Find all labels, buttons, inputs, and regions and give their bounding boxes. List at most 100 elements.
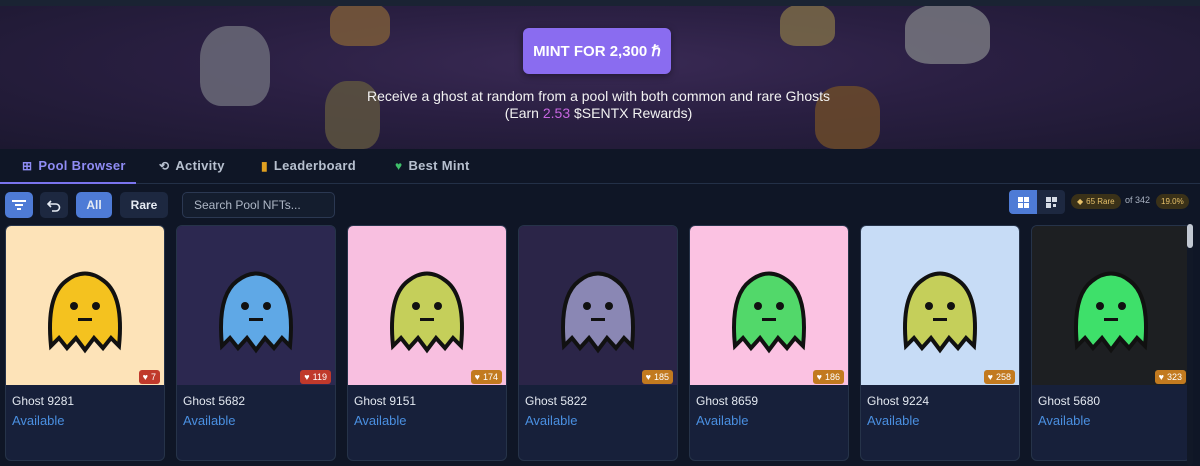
likes-badge: ♥ 185 [641, 370, 673, 384]
scrollbar-thumb[interactable] [1187, 224, 1193, 248]
pool-toolbar: All Rare ◆ 65 Rare of 342 19.0% [0, 186, 1200, 222]
undo-icon [47, 200, 61, 212]
ghost-illustration [200, 26, 270, 106]
nft-image[interactable] [6, 226, 164, 385]
bar-chart-icon: ▮ [261, 158, 268, 173]
likes-count: 323 [1166, 372, 1182, 382]
heart-icon: ♥ [816, 372, 822, 382]
total-count: of 342 [1125, 195, 1151, 205]
likes-badge: ♥ 258 [983, 370, 1015, 384]
tab-leaderboard[interactable]: ▮ Leaderboard [261, 158, 356, 173]
large-grid-view-button[interactable] [1009, 190, 1037, 214]
nft-card[interactable]: ♥ 186 Ghost 8659 Available [689, 225, 849, 461]
trophy-icon: ♥ [395, 158, 403, 173]
mint-button[interactable]: MINT FOR 2,300 ℏ [523, 28, 671, 74]
small-grid-icon [1045, 196, 1057, 208]
tab-best-mint[interactable]: ♥ Best Mint [395, 158, 470, 173]
nft-image[interactable] [177, 226, 335, 385]
rewards-suffix: $SENTX Rewards) [570, 105, 693, 121]
tab-label: Activity [175, 158, 225, 173]
heart-icon: ♥ [645, 372, 651, 382]
nft-card[interactable]: ♥ 174 Ghost 9151 Available [347, 225, 507, 461]
nft-name: Ghost 9151 [354, 394, 417, 408]
heart-icon: ♥ [474, 372, 480, 382]
rare-count-badge: ◆ 65 Rare [1071, 194, 1121, 209]
tab-bar: ⊞ Pool Browser ⟲ Activity ▮ Leaderboard … [0, 150, 1200, 184]
nft-name: Ghost 9224 [867, 394, 930, 408]
ghost-icon [903, 271, 977, 354]
nft-status: Available [525, 413, 578, 428]
tab-activity[interactable]: ⟲ Activity [159, 158, 225, 173]
likes-count: 7 [150, 372, 156, 382]
mint-description: Receive a ghost at random from a pool wi… [300, 88, 897, 122]
nft-image[interactable] [519, 226, 677, 385]
nft-name: Ghost 5822 [525, 394, 588, 408]
nft-status: Available [696, 413, 749, 428]
ghost-icon [1074, 271, 1148, 354]
heart-icon: ♥ [1158, 372, 1164, 382]
ghost-icon [48, 271, 122, 354]
nft-status: Available [12, 413, 65, 428]
history-icon: ⟲ [159, 158, 170, 173]
filter-rare-button[interactable]: Rare [120, 192, 168, 218]
nft-name: Ghost 5682 [183, 394, 246, 408]
filter-all-button[interactable]: All [76, 192, 112, 218]
nft-grid: ♥ 7 Ghost 9281 Available ♥ 119 Ghost 5682 Avail… [5, 225, 1191, 466]
likes-count: 119 [312, 372, 327, 382]
nft-status: Available [183, 413, 236, 428]
likes-badge: ♥ 186 [812, 370, 844, 384]
filter-button[interactable] [5, 192, 33, 218]
ghost-illustration [330, 6, 390, 46]
rewards-prefix: (Earn [504, 105, 543, 121]
nft-image[interactable] [348, 226, 506, 385]
mint-description-line: Receive a ghost at random from a pool wi… [366, 88, 830, 104]
ghost-icon [219, 271, 293, 354]
nft-card[interactable]: ♥ 185 Ghost 5822 Available [518, 225, 678, 461]
nft-card[interactable]: ♥ 119 Ghost 5682 Available [176, 225, 336, 461]
nft-image[interactable] [861, 226, 1019, 385]
view-toggle [1009, 190, 1065, 214]
ghost-icon [561, 271, 635, 354]
nft-name: Ghost 9281 [12, 394, 75, 408]
nft-card[interactable]: ♥ 7 Ghost 9281 Available [5, 225, 165, 461]
nft-card[interactable]: ♥ 323 Ghost 5680 Available [1031, 225, 1191, 461]
likes-badge: ♥ 323 [1154, 370, 1186, 384]
rewards-amount: 2.53 [542, 105, 571, 121]
likes-count: 258 [995, 372, 1011, 382]
likes-badge: ♥ 7 [138, 370, 160, 384]
likes-badge: ♥ 174 [470, 370, 502, 384]
heart-icon: ♥ [987, 372, 993, 382]
likes-count: 186 [824, 372, 840, 382]
rewards-line: (Earn 2.53 $SENTX Rewards) [300, 105, 897, 122]
tab-label: Pool Browser [38, 158, 126, 173]
rare-count: 65 Rare [1086, 197, 1115, 206]
nft-card[interactable]: ♥ 258 Ghost 9224 Available [860, 225, 1020, 461]
nft-name: Ghost 5680 [1038, 394, 1101, 408]
ghost-illustration [780, 6, 835, 46]
tab-pool-browser[interactable]: ⊞ Pool Browser [22, 158, 126, 173]
grid-scrollbar[interactable] [1187, 224, 1193, 466]
heart-icon: ♥ [142, 372, 148, 382]
mint-hero-banner: MINT FOR 2,300 ℏ Receive a ghost at rand… [0, 6, 1200, 149]
likes-count: 174 [482, 372, 498, 382]
ghost-illustration [905, 6, 990, 64]
ghost-icon [390, 271, 464, 354]
heart-icon: ♥ [304, 372, 310, 382]
likes-count: 185 [653, 372, 669, 382]
small-grid-view-button[interactable] [1037, 190, 1065, 214]
diamond-icon: ◆ [1077, 197, 1084, 206]
ghost-icon [732, 271, 806, 354]
nft-name: Ghost 8659 [696, 394, 759, 408]
nft-image[interactable] [690, 226, 848, 385]
tab-label: Leaderboard [273, 158, 356, 173]
rare-percent-badge: 19.0% [1156, 194, 1189, 209]
search-input[interactable] [182, 192, 335, 218]
reset-button[interactable] [40, 192, 68, 218]
nft-status: Available [867, 413, 920, 428]
nft-image[interactable] [1032, 226, 1190, 385]
tab-label: Best Mint [408, 158, 470, 173]
grid-icon: ⊞ [22, 158, 33, 173]
likes-badge: ♥ 119 [300, 370, 331, 384]
nft-status: Available [1038, 413, 1091, 428]
large-grid-icon [1017, 196, 1029, 208]
